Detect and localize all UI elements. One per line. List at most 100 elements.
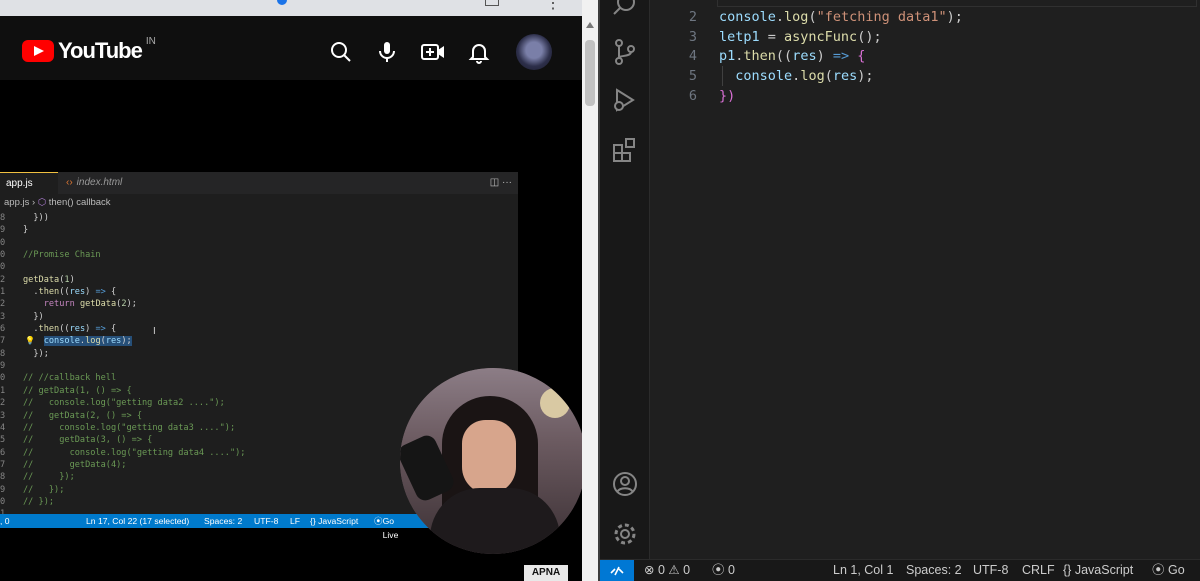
status-language[interactable]: {} JavaScript [1063, 560, 1133, 581]
status-golive[interactable]: ⦿ Go Liv [1152, 560, 1200, 581]
status-spaces[interactable]: Spaces: 2 [906, 560, 962, 581]
breadcrumb-file[interactable]: app.js [4, 197, 29, 208]
status-spaces[interactable]: Spaces: 2 [204, 514, 242, 528]
code-line: 0 //Promise Chain [0, 249, 518, 261]
line-number: 2 [688, 9, 697, 25]
line-number: 0 [0, 373, 6, 384]
youtube-header: YouTube IN [0, 16, 582, 80]
code-line: 8 })) [0, 212, 518, 224]
search-icon[interactable] [600, 0, 650, 26]
account-icon[interactable] [600, 464, 650, 504]
line-number: 2 [0, 274, 6, 285]
tab-index-html[interactable]: ‹› index.html [60, 172, 128, 194]
source-control-icon[interactable] [600, 32, 650, 72]
video-editor-tabs: app.js ‹› index.html ◫ ··· [0, 172, 518, 194]
line-text: // getData(3, () => { [23, 435, 153, 446]
gear-icon[interactable] [600, 514, 650, 554]
code-line: 0 [0, 261, 518, 273]
status-position[interactable]: Ln 1, Col 1 [833, 560, 893, 581]
extension-icon[interactable] [277, 0, 287, 5]
code-line: 3 }) [0, 311, 518, 323]
code-line: 9} [0, 224, 518, 236]
breadcrumb-symbol[interactable]: then() callback [49, 197, 111, 208]
youtube-header-actions [326, 34, 552, 70]
line-text: .then((res) => { [23, 287, 117, 298]
split-editor-icon[interactable]: ◫ ··· [490, 177, 512, 188]
code-line: 1 .then((res) => { [0, 286, 518, 298]
run-debug-icon[interactable] [600, 80, 650, 120]
line-number: 0 [0, 496, 6, 507]
status-golive[interactable]: ⦿ Go Live [374, 514, 398, 540]
golive-label: Go Live [382, 516, 399, 540]
statusbar: ⊗ 0 ⚠ 0 ⦿ 0 Ln 1, Col 1 Spaces: 2 UTF-8 … [600, 559, 1200, 581]
line-number: 2 [0, 299, 6, 310]
warning-icon: ⚠ [668, 563, 680, 577]
line-text: letp1 = asyncFunc(); [719, 28, 882, 45]
line-text: // getData(4); [23, 459, 127, 470]
line-number: 9 [0, 225, 6, 236]
remote-indicator[interactable] [600, 560, 634, 581]
code-line: 3 letp1 = asyncFunc(); [651, 27, 1200, 47]
line-number: 0 [0, 250, 6, 261]
tab-app-js[interactable]: app.js [0, 172, 58, 194]
create-video-icon[interactable] [418, 37, 448, 67]
line-number: 0 [0, 237, 6, 248]
error-count: 0 [657, 563, 665, 577]
line-text: return getData(2); [43, 299, 137, 310]
status-eol[interactable]: LF [290, 514, 300, 528]
html-file-icon: ‹› [66, 177, 73, 188]
ports-indicator[interactable]: ⦿ 0 [712, 560, 735, 581]
line-number: 3 [688, 28, 697, 45]
ports-count: 0 [728, 563, 735, 577]
line-number: 7 [0, 459, 6, 470]
extensions-icon[interactable] [600, 130, 650, 170]
line-number: 3 [0, 311, 6, 322]
status-encoding[interactable]: UTF-8 [254, 514, 278, 528]
code-editor[interactable]: 2 console.log("fetching data1"); 3 letp1 = … [651, 0, 1200, 559]
line-number: 9 [0, 484, 6, 495]
golive-label: Go Liv [1167, 563, 1185, 577]
line-text: // }); [23, 484, 65, 495]
microphone-icon[interactable] [372, 37, 402, 67]
line-text: // //callback hell [23, 373, 117, 384]
line-number: 6 [0, 447, 6, 458]
region-code: IN [145, 35, 156, 47]
line-text: }); [23, 348, 49, 359]
problems-indicator[interactable]: ⊗ 0 ⚠ 0 [644, 560, 690, 581]
status-left: , 0 [0, 516, 10, 526]
line-text: // }); [23, 496, 55, 507]
code-line: 8 }); [0, 348, 518, 360]
warning-count: 0 [683, 563, 691, 577]
status-encoding[interactable]: UTF-8 [973, 560, 1008, 581]
scroll-up-icon[interactable] [586, 22, 594, 28]
line-number: 1 [0, 385, 6, 396]
tab-box-icon[interactable] [485, 0, 499, 6]
line-number: 8 [0, 348, 6, 359]
status-position[interactable]: Ln 17, Col 22 (17 selected) [86, 514, 189, 528]
code-line: 4 p1.then((res) => { [651, 46, 1200, 66]
code-line: 5 console.log(res); [651, 66, 1200, 86]
current-line-highlight [717, 0, 1197, 7]
line-number: 6 [0, 324, 6, 335]
status-language[interactable]: {} JavaScript [310, 514, 358, 528]
line-text: console.log(res); [735, 68, 874, 85]
youtube-play-icon [22, 40, 54, 62]
scroll-thumb[interactable] [585, 40, 595, 106]
line-text: })) [23, 213, 49, 223]
line-text: }) [719, 87, 736, 104]
avatar[interactable] [516, 34, 552, 70]
code-line: 0 [0, 237, 518, 249]
notifications-bell-icon[interactable] [464, 37, 494, 67]
line-text: // }); [23, 472, 75, 483]
vscode-window: 2 console.log("fetching data1"); 3 letp1 = … [600, 0, 1200, 581]
search-icon[interactable] [326, 37, 356, 67]
line-number: 6 [688, 87, 697, 104]
browser-scrollbar[interactable] [582, 0, 598, 581]
more-icon[interactable]: ⋮ [545, 0, 561, 13]
youtube-logo[interactable]: YouTube IN [22, 35, 156, 64]
status-eol[interactable]: CRLF [1022, 560, 1055, 581]
broadcast-icon: ⦿ [712, 563, 725, 577]
breadcrumb: app.js › ⬡ then() callback [0, 194, 518, 212]
line-text: console.log("fetching data1"); [719, 9, 963, 25]
browser-pane: ⋮ YouTube IN app.js ‹› index.html ◫ ··· … [0, 0, 598, 581]
